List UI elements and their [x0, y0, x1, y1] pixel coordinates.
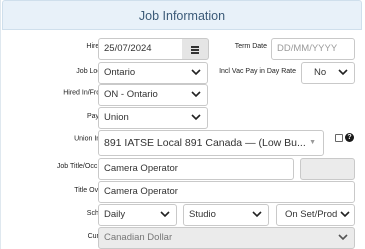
schedule-frequency-value: Daily — [104, 209, 126, 220]
chevron-down-icon — [191, 63, 201, 83]
chevron-down-icon — [191, 108, 201, 128]
chevron-down-icon — [338, 228, 348, 248]
job-title-input[interactable]: Camera Operator — [98, 158, 294, 180]
pay-type-value: Union — [104, 112, 129, 123]
union-info-checkbox[interactable] — [335, 134, 343, 142]
incl-vac-pay-value: No — [314, 67, 327, 78]
schedule-location-value: Studio — [189, 209, 216, 220]
caret-down-icon: ▼ — [309, 139, 316, 146]
schedule-frequency-select[interactable]: Daily — [98, 204, 177, 226]
currency-select: Canadian Dollar — [98, 227, 355, 249]
chevron-down-icon — [252, 205, 262, 225]
chevron-down-icon — [191, 85, 201, 105]
term-date-label: Term Date — [234, 43, 267, 50]
occ-code-input — [300, 158, 355, 180]
chevron-down-icon — [340, 205, 350, 225]
help-circle-icon[interactable]: ? — [345, 133, 354, 142]
calendar-icon[interactable] — [182, 38, 209, 60]
pay-type-select[interactable]: Union — [98, 107, 208, 129]
incl-vac-pay-label: Incl Vac Pay in Day Rate — [219, 68, 296, 75]
job-location-select[interactable]: Ontario — [98, 62, 208, 84]
schedule-type-value: On Set/Prod — [285, 209, 338, 220]
panel-title: Job Information — [2, 0, 362, 30]
incl-vac-pay-select[interactable]: No — [301, 62, 355, 84]
hire-date-input[interactable]: 25/07/2024 — [98, 38, 183, 60]
chevron-down-icon — [338, 63, 348, 83]
union-info-value: 891 IATSE Local 891 Canada — (Low Bu... — [104, 137, 306, 149]
title-override-input[interactable]: Camera Operator — [98, 181, 355, 203]
union-info-select[interactable]: 891 IATSE Local 891 Canada — (Low Bu... … — [98, 130, 324, 156]
chevron-down-icon — [160, 205, 170, 225]
hired-in-from-select[interactable]: ON - Ontario — [98, 84, 208, 106]
currency-value: Canadian Dollar — [104, 232, 173, 243]
job-location-value: Ontario — [104, 67, 136, 78]
job-information-panel: Job Information Hire Date 25/07/2024 Ter… — [0, 0, 365, 249]
schedule-location-select[interactable]: Studio — [183, 204, 269, 226]
hired-in-from-value: ON - Ontario — [104, 89, 158, 100]
schedule-type-select[interactable]: On Set/Prod — [276, 204, 355, 226]
term-date-input[interactable]: DD/MM/YYYY — [271, 38, 355, 60]
